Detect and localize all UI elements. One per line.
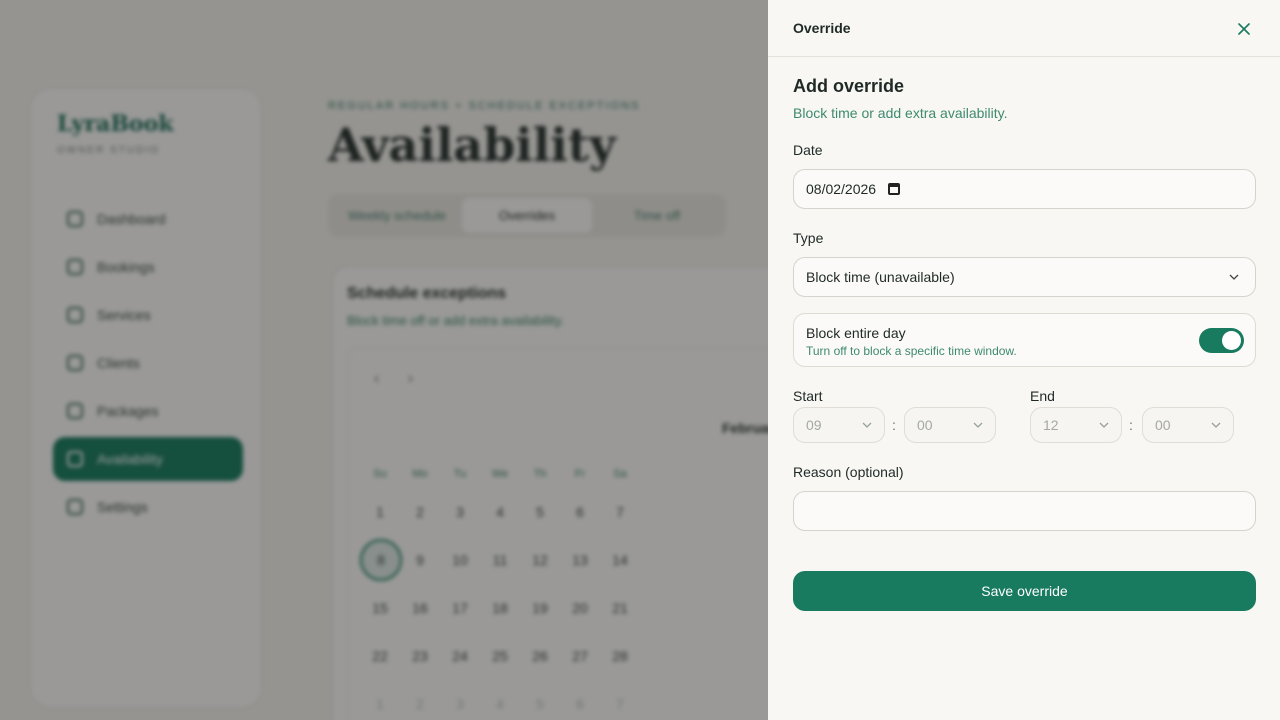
time-separator: :	[892, 417, 896, 433]
toggle-knob	[1222, 331, 1241, 350]
type-label: Type	[793, 230, 824, 246]
date-label: Date	[793, 142, 823, 158]
chevron-down-icon	[1211, 422, 1221, 428]
block-entire-day-title: Block entire day	[806, 325, 906, 341]
override-drawer: Override Add override Block time or add …	[768, 0, 1280, 720]
close-icon	[1238, 23, 1250, 35]
drawer-title: Override	[793, 20, 851, 36]
block-entire-day-row: Block entire day Turn off to block a spe…	[793, 313, 1256, 367]
date-value: 08/02/2026	[806, 181, 877, 197]
end-label: End	[1030, 388, 1055, 404]
chevron-down-icon	[1229, 274, 1239, 280]
chevron-down-icon	[1099, 422, 1109, 428]
form-heading: Add override	[793, 76, 905, 96]
type-select[interactable]: Block time (unavailable)	[793, 257, 1256, 297]
start-minute-value: 00	[917, 417, 933, 433]
date-input[interactable]: 08/02/2026	[793, 169, 1256, 209]
drawer-body: Add override Block time or add extra ava…	[793, 76, 1256, 121]
calendar-icon[interactable]	[888, 183, 901, 195]
block-entire-day-toggle[interactable]	[1199, 328, 1244, 353]
reason-input[interactable]	[793, 491, 1256, 531]
form-subheading: Block time or add extra availability.	[793, 105, 1008, 121]
end-hour-select[interactable]: 12	[1030, 407, 1122, 443]
start-label: Start	[793, 388, 823, 404]
save-override-button[interactable]: Save override	[793, 571, 1256, 611]
close-button[interactable]	[1232, 18, 1256, 40]
end-hour-value: 12	[1043, 417, 1059, 433]
chevron-down-icon	[973, 422, 983, 428]
start-minute-select[interactable]: 00	[904, 407, 996, 443]
drawer-header: Override	[768, 0, 1280, 57]
type-value: Block time (unavailable)	[806, 269, 955, 285]
block-entire-day-desc: Turn off to block a specific time window…	[806, 344, 1017, 358]
end-minute-select[interactable]: 00	[1142, 407, 1234, 443]
end-minute-value: 00	[1155, 417, 1171, 433]
time-separator: :	[1129, 417, 1133, 433]
chevron-down-icon	[862, 422, 872, 428]
start-hour-value: 09	[806, 417, 822, 433]
start-hour-select[interactable]: 09	[793, 407, 885, 443]
reason-label: Reason (optional)	[793, 464, 904, 480]
